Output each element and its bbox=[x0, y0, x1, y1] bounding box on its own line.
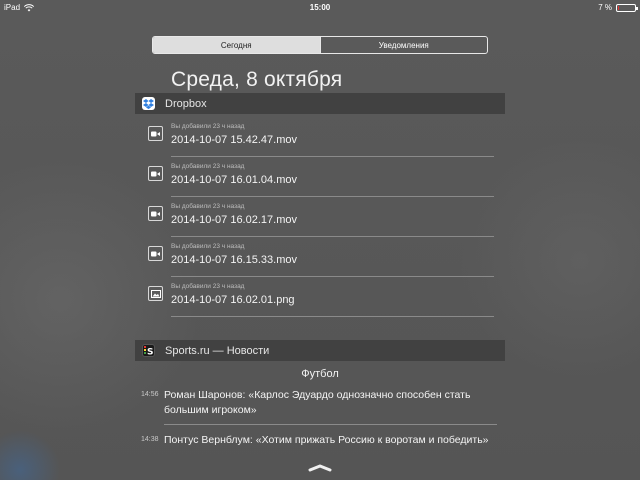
news-item[interactable]: 14:56 Роман Шаронов: «Карлос Эдуардо одн… bbox=[135, 386, 505, 425]
date-title: Среда, 8 октября bbox=[171, 68, 343, 91]
file-meta: Вы добавили 23 ч назад bbox=[171, 123, 245, 130]
battery-percent: 7 % bbox=[598, 3, 612, 12]
file-name: 2014-10-07 16.15.33.mov bbox=[171, 254, 297, 266]
tab-today[interactable]: Сегодня bbox=[153, 37, 320, 53]
file-name: 2014-10-07 16.02.17.mov bbox=[171, 214, 297, 226]
view-switcher: Сегодня Уведомления bbox=[152, 36, 488, 54]
video-icon bbox=[148, 206, 163, 221]
file-name: 2014-10-07 15.42.47.mov bbox=[171, 134, 297, 146]
file-row[interactable]: Вы добавили 23 ч назад 2014-10-07 16.02.… bbox=[135, 277, 505, 317]
news-item[interactable]: 14:38 Понтус Вернблум: «Хотим прижать Ро… bbox=[135, 431, 505, 448]
file-row[interactable]: Вы добавили 23 ч назад 2014-10-07 16.01.… bbox=[135, 157, 505, 197]
dropbox-icon bbox=[142, 97, 155, 110]
news-category: Футбол bbox=[301, 368, 339, 380]
file-row[interactable]: Вы добавили 23 ч назад 2014-10-07 15.42.… bbox=[135, 117, 505, 157]
status-right: 7 % bbox=[598, 3, 638, 12]
file-name: 2014-10-07 16.01.04.mov bbox=[171, 174, 297, 186]
divider bbox=[164, 424, 497, 425]
file-meta: Вы добавили 23 ч назад bbox=[171, 163, 245, 170]
news-headline: Роман Шаронов: «Карлос Эдуардо однозначн… bbox=[164, 389, 471, 416]
news-time: 14:38 bbox=[141, 436, 159, 443]
battery-fill bbox=[618, 5, 619, 10]
file-name: 2014-10-07 16.02.01.png bbox=[171, 294, 295, 306]
divider bbox=[171, 316, 494, 317]
battery-icon bbox=[616, 3, 638, 12]
video-icon bbox=[148, 166, 163, 181]
tab-notifications[interactable]: Уведомления bbox=[319, 37, 488, 53]
status-bar: iPad 15:00 7 % bbox=[0, 0, 640, 14]
video-icon bbox=[148, 126, 163, 141]
image-icon bbox=[148, 286, 163, 301]
sports-widget-header[interactable]: S Sports.ru — Новости bbox=[135, 340, 505, 361]
file-row[interactable]: Вы добавили 23 ч назад 2014-10-07 16.15.… bbox=[135, 237, 505, 277]
dropbox-file-list: Вы добавили 23 ч назад 2014-10-07 15.42.… bbox=[135, 117, 505, 317]
dropbox-widget-title: Dropbox bbox=[165, 97, 207, 110]
dropbox-widget-header[interactable]: Dropbox bbox=[135, 93, 505, 114]
status-time: 15:00 bbox=[309, 3, 331, 12]
svg-text:S: S bbox=[147, 348, 153, 357]
news-headline: Понтус Вернблум: «Хотим прижать Россию к… bbox=[164, 434, 489, 446]
file-row[interactable]: Вы добавили 23 ч назад 2014-10-07 16.02.… bbox=[135, 197, 505, 237]
file-meta: Вы добавили 23 ч назад bbox=[171, 243, 245, 250]
file-meta: Вы добавили 23 ч назад bbox=[171, 283, 245, 290]
news-time: 14:56 bbox=[141, 391, 159, 398]
file-meta: Вы добавили 23 ч назад bbox=[171, 203, 245, 210]
sports-widget-title: Sports.ru — Новости bbox=[165, 344, 270, 357]
sports-ru-icon: S bbox=[142, 344, 155, 357]
close-panel-grabber-icon[interactable] bbox=[308, 463, 332, 473]
video-icon bbox=[148, 246, 163, 261]
sports-news-section: Футбол 14:56 Роман Шаронов: «Карлос Эдуа… bbox=[135, 362, 505, 448]
